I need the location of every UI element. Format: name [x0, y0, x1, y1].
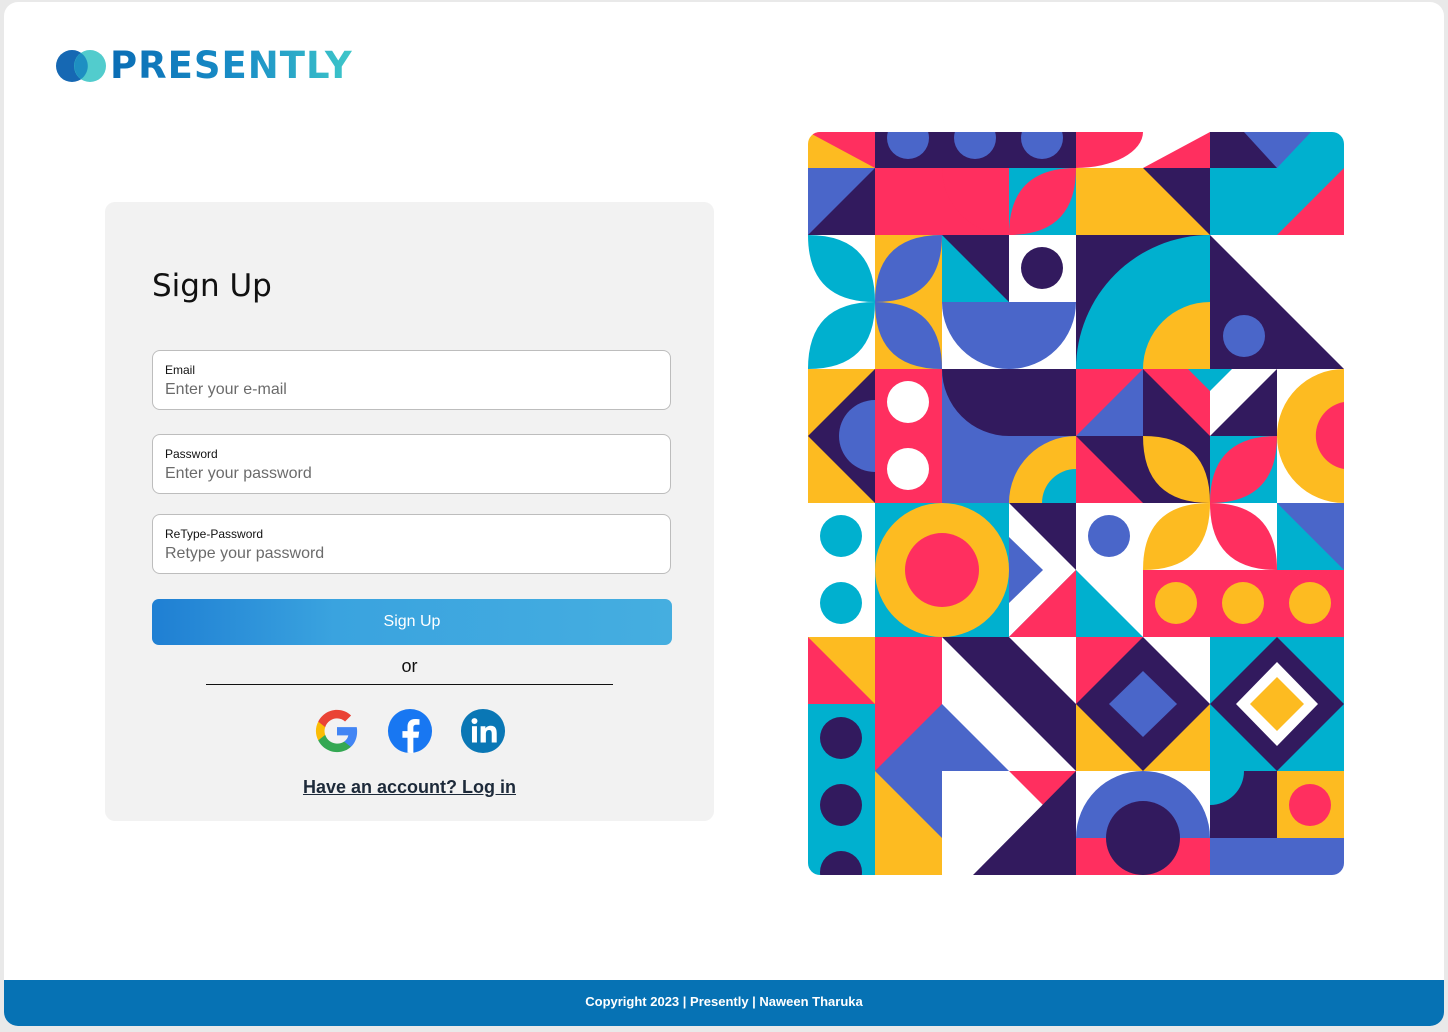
divider-line — [206, 684, 613, 685]
signup-card: Sign Up Email Password ReType-Password S… — [105, 202, 714, 821]
footer: Copyright 2023 | Presently | Naween Thar… — [4, 980, 1444, 1026]
password-field[interactable]: Password — [152, 434, 671, 494]
email-label: Email — [165, 363, 196, 377]
linkedin-icon[interactable] — [460, 708, 506, 754]
logo-mark-icon — [56, 48, 108, 84]
brand-name: PRESENTLY — [110, 44, 353, 87]
retype-password-field[interactable]: ReType-Password — [152, 514, 671, 574]
retype-password-label: ReType-Password — [165, 527, 264, 541]
app-window: PRESENTLY Sign Up Email Password ReType-… — [4, 2, 1444, 1026]
password-label: Password — [165, 447, 218, 461]
page-title: Sign Up — [152, 268, 272, 304]
email-field[interactable]: Email — [152, 350, 671, 410]
facebook-icon[interactable] — [387, 708, 433, 754]
password-input[interactable] — [165, 465, 645, 483]
google-icon[interactable] — [314, 708, 360, 754]
signup-button[interactable]: Sign Up — [152, 599, 672, 645]
email-input[interactable] — [165, 381, 645, 399]
or-separator-text: or — [401, 656, 418, 676]
login-link[interactable]: Have an account? Log in — [105, 777, 714, 798]
geometric-artwork — [808, 132, 1344, 875]
retype-password-input[interactable] — [165, 545, 645, 563]
brand-logo[interactable]: PRESENTLY — [56, 46, 353, 86]
